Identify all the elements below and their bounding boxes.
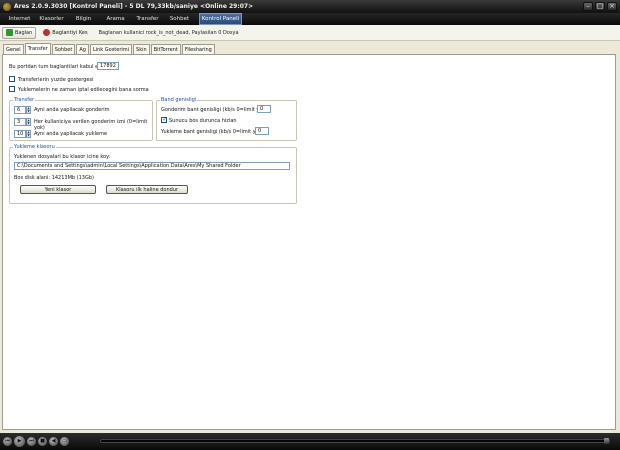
transfer-group-title: Transfer bbox=[13, 97, 36, 103]
connection-status: Baglanan kullanici rock_is_not_dead, Pay… bbox=[98, 29, 239, 36]
seek-knob[interactable] bbox=[604, 438, 609, 444]
per-user-label: Her kullaniciya verilen gonderim izni (0… bbox=[34, 119, 148, 131]
ares-logo-icon bbox=[3, 2, 11, 11]
max-uploads-spinner[interactable]: ▲ ▼ bbox=[26, 130, 31, 138]
disconnect-label: Baglantiyi Kes bbox=[52, 29, 88, 36]
menu-sohbet[interactable]: Sohbet bbox=[164, 13, 195, 25]
upload-limit-label: Gonderim bant genisligi (kb/s 0=limit yo… bbox=[161, 107, 268, 113]
disconnect-button[interactable]: Baglantiyi Kes bbox=[39, 27, 91, 39]
tab-genel[interactable]: Genel bbox=[3, 44, 24, 54]
new-folder-button[interactable]: Yeni klasor bbox=[20, 185, 96, 194]
menu-arama[interactable]: Arama bbox=[100, 13, 131, 25]
arrow-left-icon bbox=[6, 29, 13, 36]
show-percent-checkbox[interactable] bbox=[9, 76, 15, 82]
max-downloads-label: Ayni anda yapilacak gonderim bbox=[34, 107, 110, 113]
download-folder-prompt: Yuklenen dosyalari bu klasor icine koy: bbox=[14, 154, 111, 160]
playlist-icon[interactable]: ▭ bbox=[60, 437, 69, 446]
port-input[interactable]: 17892 bbox=[97, 62, 119, 70]
confirm-cancel-label: Yuklemelerin ne zaman iptal edilecegini … bbox=[18, 87, 149, 93]
show-percent-label: Transferlerin yuzde gostergesi bbox=[18, 77, 94, 83]
play-icon[interactable]: ▶ bbox=[14, 436, 25, 447]
max-downloads-input[interactable]: 6 bbox=[14, 106, 26, 114]
volume-icon[interactable]: ◀ bbox=[49, 437, 58, 446]
control-panel: Baglan Baglantiyi Kes Baglanan kullanici… bbox=[0, 25, 620, 433]
menu-kontrol-paneli[interactable]: Kontrol Paneli bbox=[199, 13, 242, 25]
per-user-input[interactable]: 3 bbox=[14, 118, 26, 126]
skip-forward-icon[interactable]: ⏭ bbox=[27, 437, 36, 446]
minimize-button[interactable]: – bbox=[583, 2, 593, 11]
reset-folder-button[interactable]: Klasoru ilk haline dondur bbox=[106, 185, 188, 194]
maximize-button[interactable]: □ bbox=[595, 2, 605, 11]
menu-internet[interactable]: Internet bbox=[4, 13, 35, 25]
tab-ag[interactable]: Ag bbox=[76, 44, 89, 54]
window-title: Ares 2.0.9.3030 [Kontrol Paneli] - 5 DL … bbox=[14, 3, 254, 10]
skip-back-icon[interactable]: ⏮ bbox=[3, 437, 12, 446]
tab-filesharing[interactable]: Filesharing bbox=[181, 44, 215, 54]
tab-sohbet[interactable]: Sohbet bbox=[51, 44, 76, 54]
window-titlebar: Ares 2.0.9.3030 [Kontrol Paneli] - 5 DL … bbox=[0, 0, 620, 13]
settings-tabs: Genel Transfer Sohbet Ag Link Gosterimi … bbox=[3, 43, 216, 54]
connection-toolbar: Baglan Baglantiyi Kes Baglanan kullanici… bbox=[0, 25, 620, 41]
menu-transfer[interactable]: Transfer bbox=[132, 13, 163, 25]
download-folder-title: Yukleme klasoru bbox=[13, 144, 56, 150]
port-label: Bu portdan tum baglantilari kabul et: bbox=[9, 64, 102, 70]
max-uploads-input[interactable]: 10 bbox=[14, 130, 26, 138]
bandwidth-group-title: Band genisligi bbox=[160, 97, 198, 103]
bandwidth-group: Band genisligi Gonderim bant genisligi (… bbox=[156, 97, 297, 141]
stop-icon[interactable]: ■ bbox=[38, 437, 47, 446]
download-folder-path-input[interactable]: C:\Documents and Settings\admin\Local Se… bbox=[14, 162, 290, 170]
tab-skin[interactable]: Skin bbox=[133, 44, 150, 54]
menu-klasorler[interactable]: Klasorler bbox=[36, 13, 67, 25]
download-limit-label: Yukleme bant genisligi (kb/s 0=limit yok… bbox=[161, 129, 264, 135]
confirm-cancel-checkbox[interactable] bbox=[9, 86, 15, 92]
close-button[interactable]: × bbox=[607, 2, 617, 11]
menu-bilgin[interactable]: Bilgin bbox=[68, 13, 99, 25]
transfer-group: Transfer 6 ▲ ▼ Ayni anda yapilacak gonder… bbox=[9, 97, 153, 141]
download-folder-group: Yukleme klasoru Yuklenen dosyalari bu kl… bbox=[9, 144, 297, 204]
max-downloads-spinner[interactable]: ▲ ▼ bbox=[26, 106, 31, 114]
stop-sign-icon bbox=[43, 29, 51, 36]
tab-link-gosterimi[interactable]: Link Gosterimi bbox=[89, 44, 133, 54]
main-menu-bar: Internet Klasorler Bilgin Arama Transfer… bbox=[0, 13, 620, 25]
connect-button[interactable]: Baglan bbox=[2, 26, 37, 39]
connect-label: Baglan bbox=[15, 29, 33, 36]
per-user-spinner[interactable]: ▲ ▼ bbox=[26, 118, 31, 126]
upload-limit-input[interactable]: 0 bbox=[257, 105, 271, 113]
server-idle-label: Sunucu bos durunca hizlan bbox=[169, 118, 237, 124]
tab-bittorrent[interactable]: BitTorrent bbox=[150, 44, 181, 54]
server-idle-checkbox[interactable] bbox=[161, 116, 167, 123]
transfer-settings-panel: Bu portdan tum baglantilari kabul et: 17… bbox=[2, 54, 616, 430]
download-limit-input[interactable]: 0 bbox=[255, 127, 269, 135]
max-uploads-label: Ayni anda yapilacak yukleme bbox=[34, 131, 108, 137]
media-player-bar: ⏮ ▶ ⏭ ■ ◀ ▭ bbox=[0, 433, 620, 450]
free-space-text: Bos disk alani: 14213Mb (13Gb) bbox=[14, 175, 94, 181]
seek-bar[interactable] bbox=[100, 438, 610, 444]
tab-transfer[interactable]: Transfer bbox=[24, 43, 51, 54]
